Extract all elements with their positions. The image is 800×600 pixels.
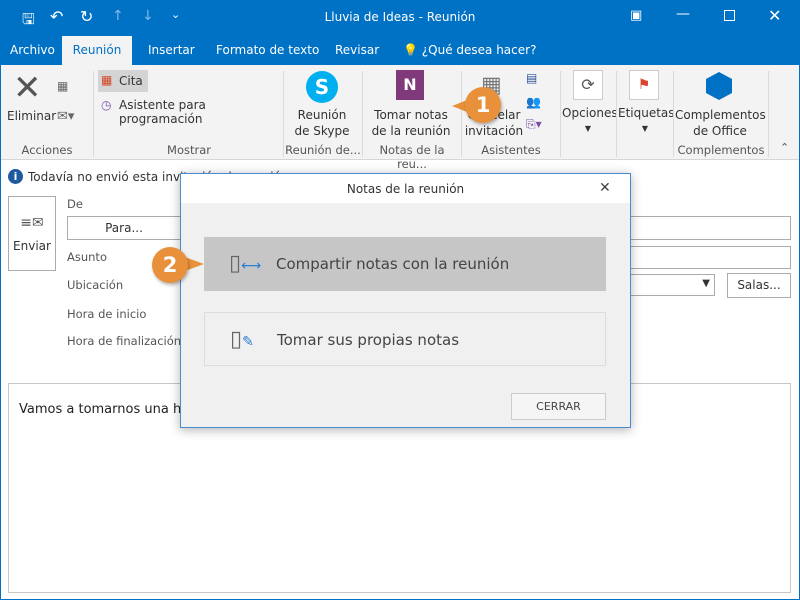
- tell-me-label: ¿Qué desea hacer?: [421, 43, 537, 57]
- group-mostrar: Mostrar: [167, 143, 211, 157]
- check-names-icon[interactable]: 👥: [526, 95, 541, 109]
- asistente-label: Asistente para programación: [119, 98, 206, 126]
- group-notas: Notas de la reu...: [379, 143, 445, 171]
- options-icon: ⟳: [573, 70, 603, 100]
- meeting-notes-dialog: Notas de la reunión ✕ ▯⟷ Compartir notas…: [180, 173, 631, 428]
- label-de: De: [67, 197, 83, 211]
- chevron-down-icon[interactable]: ▼: [702, 278, 710, 289]
- label-hora-inicio: Hora de inicio: [67, 307, 147, 321]
- own-notes-option[interactable]: ▯✎ Tomar sus propias notas: [204, 312, 606, 366]
- label-ubicacion: Ubicación: [67, 278, 124, 292]
- share-notes-option[interactable]: ▯⟷ Compartir notas con la reunión: [204, 237, 606, 291]
- location-field[interactable]: ▼: [630, 274, 715, 296]
- close-icon[interactable]: ✕: [768, 6, 781, 25]
- group-asistentes: Asistentes: [481, 143, 541, 157]
- label-hora-fin: Hora de finalización: [67, 334, 182, 348]
- response-options-icon[interactable]: ⎘▾: [526, 117, 542, 132]
- notebook-pen-icon: ▯✎: [230, 327, 254, 352]
- tab-insertar[interactable]: Insertar: [140, 36, 203, 65]
- skype-icon: S: [306, 71, 338, 103]
- flag-icon: ⚑: [629, 70, 659, 100]
- callout-1: 1: [465, 87, 501, 123]
- salas-button[interactable]: Salas...: [727, 273, 791, 298]
- ribbon: ✕ Eliminar ▦ ✉▾ Acciones ▦ Cita ◷ Asiste…: [1, 65, 799, 171]
- send-label: Enviar: [13, 239, 51, 253]
- group-skype: Reunión de...: [285, 143, 361, 157]
- calendar-icon: ▦: [101, 73, 113, 87]
- tab-search[interactable]: 💡 ¿Qué desea hacer?: [395, 36, 544, 65]
- ribbon-tabs: Archivo Reunión Insertar Formato de text…: [0, 36, 800, 65]
- group-complementos: Complementos: [677, 143, 765, 157]
- subject-field[interactable]: [630, 246, 791, 269]
- shared-notebook-icon: ▯⟷: [229, 251, 262, 276]
- cita-label: Cita: [119, 74, 143, 88]
- title-bar: 🖫 ↶ ↻ ↑ ↓ ⌄ Lluvia de Ideas - Reunión ▣ …: [0, 0, 800, 36]
- address-book-icon[interactable]: ▤: [526, 71, 537, 85]
- scheduling-assistant-button[interactable]: ◷ Asistente para programación: [98, 95, 278, 126]
- skype-meeting-button[interactable]: Reunión de Skype: [285, 107, 359, 139]
- tab-revisar[interactable]: Revisar: [327, 36, 387, 65]
- to-field[interactable]: [630, 216, 791, 240]
- para-button[interactable]: Para...: [67, 216, 181, 240]
- group-acciones: Acciones: [21, 143, 73, 157]
- info-icon: i: [8, 169, 23, 184]
- opciones-button[interactable]: Opciones ▼: [562, 105, 618, 137]
- tab-formato[interactable]: Formato de texto: [208, 36, 327, 65]
- clock-calendar-icon: ◷: [101, 98, 112, 112]
- calendar-search-icon[interactable]: ▦: [57, 79, 68, 93]
- own-notes-label: Tomar sus propias notas: [277, 331, 460, 349]
- onenote-icon: N: [396, 70, 424, 100]
- send-button[interactable]: ≡✉ Enviar: [8, 196, 56, 271]
- tab-archivo[interactable]: Archivo: [2, 36, 63, 65]
- lightbulb-icon: 💡: [403, 43, 418, 57]
- label-asunto: Asunto: [67, 250, 107, 264]
- collapse-ribbon-icon[interactable]: ⌃: [780, 141, 789, 154]
- send-envelope-icon: ≡✉: [20, 215, 44, 231]
- cerrar-button[interactable]: CERRAR: [511, 393, 606, 420]
- dialog-title: Notas de la reunión: [346, 182, 465, 196]
- maximize-icon[interactable]: [724, 10, 735, 21]
- cita-button[interactable]: ▦ Cita: [98, 70, 148, 92]
- office-addins-button[interactable]: Complementos de Office: [675, 107, 766, 139]
- body-text: Vamos a tomarnos una hora: [19, 402, 203, 417]
- eliminar-button[interactable]: Eliminar: [7, 108, 56, 124]
- callout-2: 2: [152, 247, 188, 283]
- delete-icon: ✕: [13, 68, 42, 108]
- share-notes-label: Compartir notas con la reunión: [276, 255, 510, 273]
- tab-reunion[interactable]: Reunión: [62, 36, 132, 65]
- meeting-notes-button[interactable]: Tomar notas de la reunión: [365, 107, 457, 139]
- etiquetas-button[interactable]: Etiquetas ▼: [618, 105, 675, 137]
- dialog-titlebar: Notas de la reunión ✕: [181, 174, 630, 203]
- minimize-icon[interactable]: —: [676, 6, 690, 22]
- dialog-close-icon[interactable]: ✕: [599, 180, 611, 196]
- office-addins-icon: [706, 72, 732, 100]
- ribbon-display-icon[interactable]: ▣: [630, 8, 642, 23]
- forward-icon[interactable]: ✉▾: [57, 109, 74, 124]
